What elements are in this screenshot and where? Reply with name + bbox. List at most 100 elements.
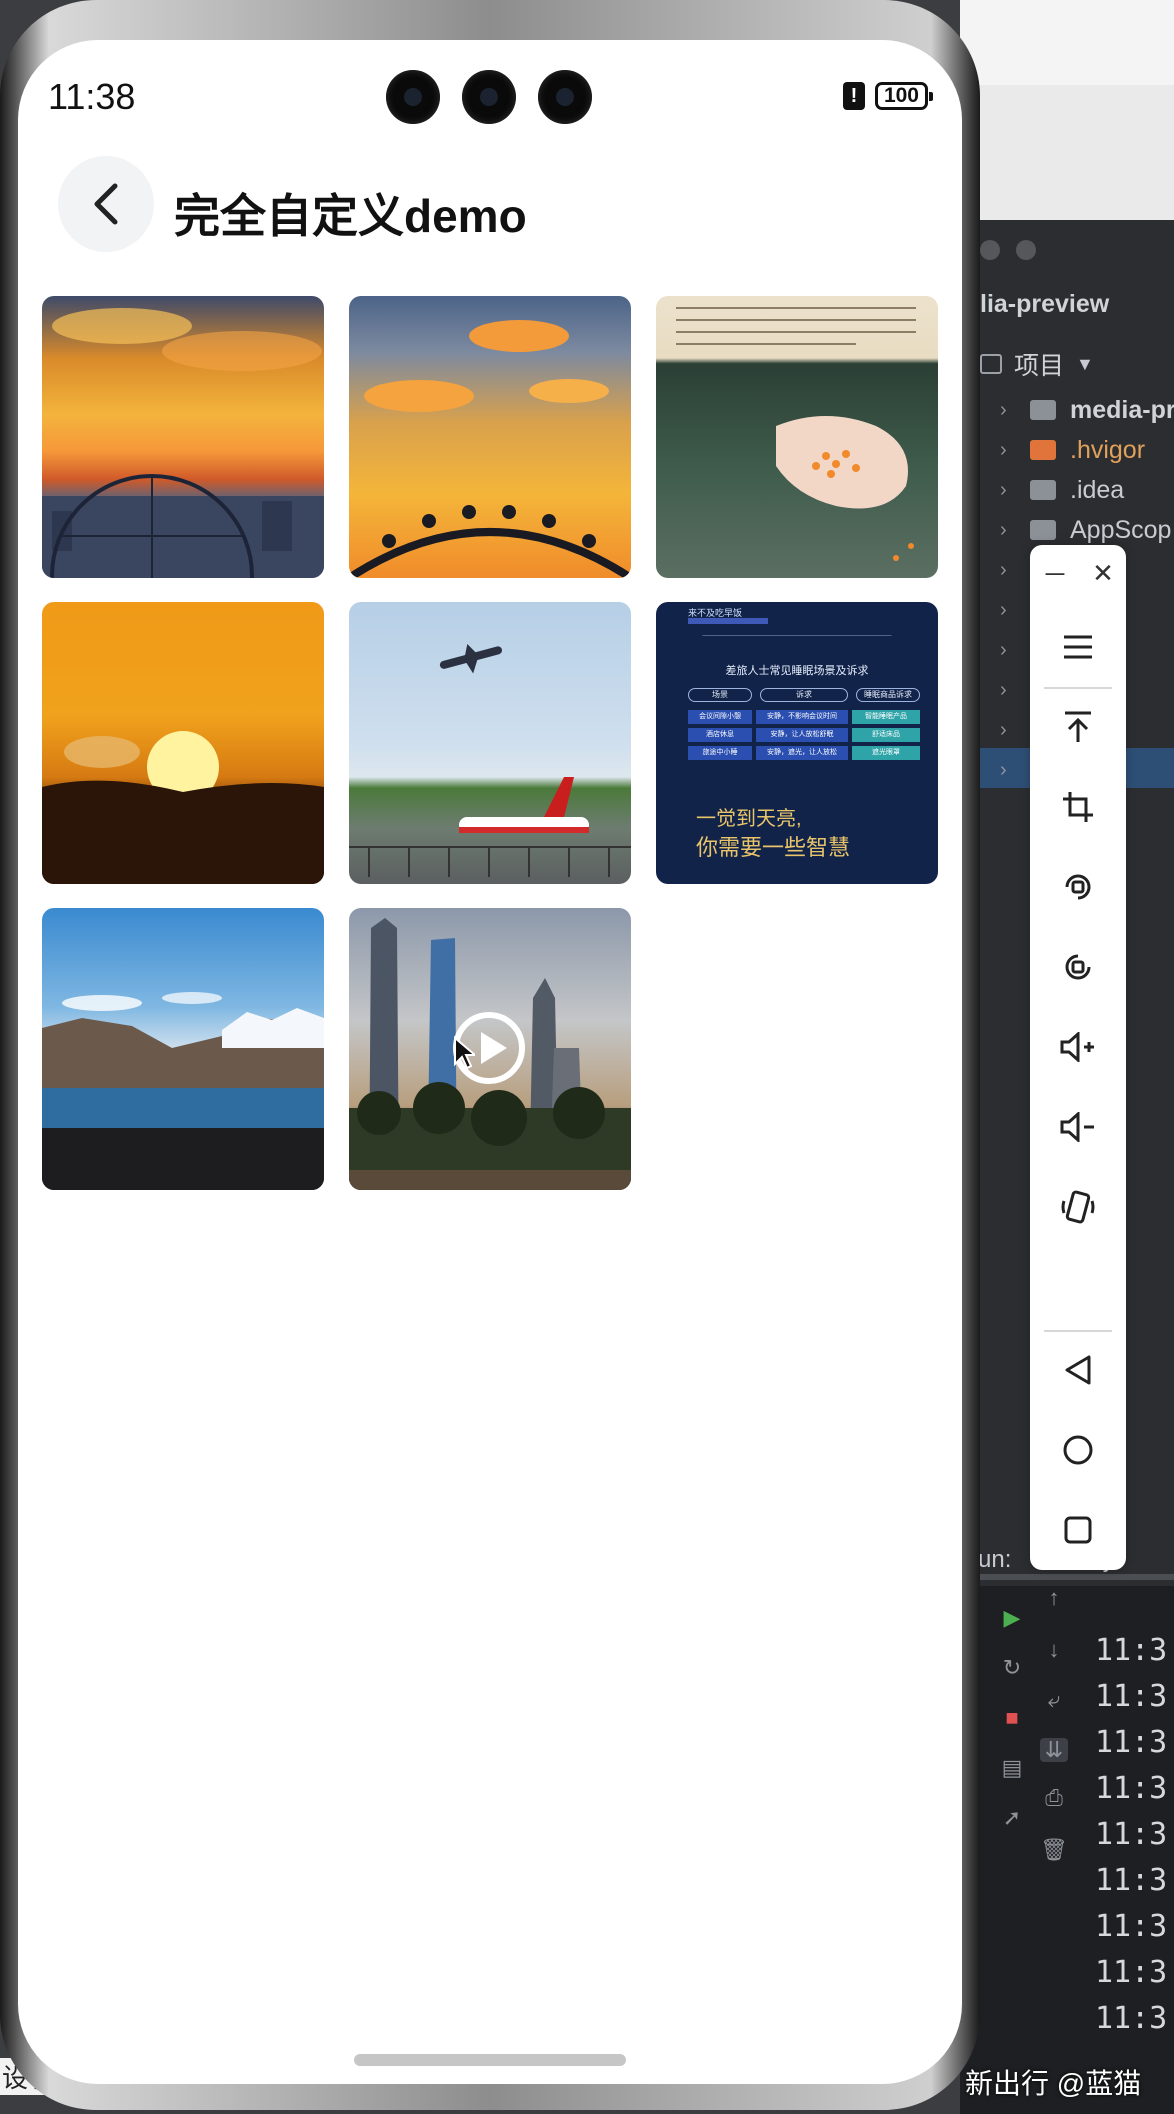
scroll-to-top-button[interactable]: [1030, 697, 1126, 757]
media-tile-mountain-lake[interactable]: [42, 908, 324, 1190]
soft-wrap-icon[interactable]: ⤶: [1040, 1688, 1068, 1712]
back-button[interactable]: [58, 156, 154, 252]
infographic-cols: 场景 诉求 睡眠商品诉求: [688, 688, 920, 702]
scroll-to-end-icon[interactable]: ⇊: [1040, 1738, 1068, 1762]
toolbar-window-controls: － ✕: [1030, 551, 1126, 595]
emulator-toolbar: － ✕: [1030, 545, 1126, 1570]
folder-icon: [1030, 520, 1056, 540]
ide-run-gutter: ▶ ↻ ■ ▤ ➚ ↑ ↓ ⤶ ⇊ ⎙ 🗑: [978, 1586, 1068, 2114]
ide-breadcrumb[interactable]: lia-preview: [980, 290, 1109, 319]
page-title: 完全自定义demo: [174, 190, 527, 242]
ide-tree-label: AppScop: [1070, 515, 1172, 544]
crop-icon: [1063, 792, 1093, 822]
media-tile-sunset-clouds[interactable]: [349, 296, 631, 578]
home-indicator[interactable]: [354, 2054, 626, 2066]
trash-icon[interactable]: 🗑: [1040, 1838, 1068, 1862]
log-line: 11:3: [1095, 1679, 1168, 1714]
chevron-right-icon: ›: [1000, 518, 1007, 541]
infographic-slogan-2: 你需要一些智慧: [696, 835, 851, 860]
ferris-wheel-photo-art: [42, 308, 324, 578]
close-icon[interactable]: ✕: [1092, 558, 1114, 589]
folder-icon: [1030, 440, 1056, 460]
log-line: 11:3: [1095, 1633, 1168, 1668]
chevron-right-icon: ›: [1000, 558, 1007, 581]
ide-log-lines: 11:3 11:3 11:3 11:3 11:3 11:3 11:3 11:3 11:3: [1095, 1628, 1167, 2042]
chevron-right-icon: ›: [1000, 598, 1007, 621]
window-dot[interactable]: [1016, 240, 1036, 260]
circle-home-icon: [1063, 1435, 1093, 1465]
media-tile-ferris-wheel-sunset[interactable]: [42, 296, 324, 578]
ide-project-selector[interactable]: 项目 ▼: [980, 346, 1094, 382]
rerun-icon[interactable]: ▶: [998, 1606, 1026, 1630]
airplane-photo-art: [349, 644, 631, 877]
rotate-alt-button[interactable]: [1030, 937, 1126, 997]
stop-icon[interactable]: ■: [998, 1706, 1026, 1730]
log-line: 11:3: [1095, 1725, 1168, 1760]
phone-screen: 11:38 ! 100 完全自定义demo 来不及吃早饭 ———————————…: [18, 40, 962, 2084]
chevron-right-icon: ›: [1000, 478, 1007, 501]
screenshot-crop-button[interactable]: [1030, 777, 1126, 837]
ide-run-label: un:: [978, 1546, 1012, 1573]
cursor-icon: [454, 1036, 475, 1070]
triangle-back-icon: [1065, 1355, 1091, 1385]
ide-project-label: 项目: [1014, 352, 1065, 380]
log-line: 11:3: [1095, 1817, 1168, 1852]
volume-down-icon: [1060, 1112, 1094, 1142]
chevron-right-icon: ›: [1000, 438, 1007, 461]
media-tile-infographic[interactable]: 来不及吃早饭 ——————————————————————————— 差旅人士常…: [656, 602, 938, 884]
ide-tree-label: .idea: [1070, 475, 1125, 504]
hand-photo-art: [676, 307, 916, 561]
nav-back-button[interactable]: [1030, 1340, 1126, 1400]
ferris-wheel-photo-art: [349, 320, 631, 578]
media-tile-city-towers[interactable]: [349, 908, 631, 1190]
chevron-right-icon: ›: [1000, 398, 1007, 421]
shake-button[interactable]: [1030, 1177, 1126, 1237]
chevron-right-icon: ›: [1000, 638, 1007, 661]
ide-tree-item[interactable]: › media-prev: [1000, 390, 1174, 430]
media-tile-airport-planes[interactable]: [349, 602, 631, 884]
pin-icon[interactable]: ➚: [998, 1806, 1026, 1830]
nav-home-button[interactable]: [1030, 1420, 1126, 1480]
menu-icon: [1064, 635, 1092, 659]
minimize-icon[interactable]: －: [1042, 555, 1068, 592]
folder-icon: [980, 354, 1002, 374]
status-time: 11:38: [48, 76, 136, 117]
camera-icon: [386, 70, 440, 124]
battery-icon: 100: [874, 82, 934, 110]
infographic-rows: 会议间隙小憩 安静，不影响会议时间 智能睡眠产品 酒店休息 安静，让人放松舒眠 …: [688, 710, 924, 760]
log-line: 11:3: [1095, 2001, 1168, 2036]
layout-icon[interactable]: ▤: [998, 1756, 1026, 1780]
folder-icon: [1030, 480, 1056, 500]
ide-tree-label: media-prev: [1070, 395, 1174, 424]
print-icon[interactable]: ⎙: [1040, 1786, 1068, 1810]
ide-window-controls: [980, 240, 1052, 265]
infographic-heading: 差旅人士常见睡眠场景及诉求: [725, 665, 869, 677]
rotate-reverse-icon: [1065, 954, 1091, 980]
ide-run-console: ▶ ↻ ■ ▤ ➚ ↑ ↓ ⤶ ⇊ ⎙ 🗑 11:3 11:3 11:3 11:3 11…: [960, 1586, 1174, 2114]
media-tile-sun-glow[interactable]: [42, 602, 324, 884]
infographic-slogan-1: 一觉到天亮,: [696, 808, 802, 830]
volume-up-button[interactable]: [1030, 1017, 1126, 1077]
rotate-button[interactable]: [1030, 857, 1126, 917]
sun-photo-art: [42, 731, 324, 884]
status-icons: ! 100: [842, 82, 934, 110]
chevron-down-icon: ▼: [1076, 353, 1094, 374]
menu-button[interactable]: [1030, 617, 1126, 677]
media-tile-hand-book[interactable]: [656, 296, 938, 578]
log-line: 11:3: [1095, 1863, 1168, 1898]
window-dot[interactable]: [980, 240, 1000, 260]
scroll-down-icon[interactable]: ↓: [1040, 1638, 1068, 1662]
ide-tree-item[interactable]: › AppScop: [1000, 510, 1174, 550]
phone-shake-icon: [1061, 1190, 1095, 1224]
volume-up-icon: [1060, 1032, 1094, 1062]
ide-tree-item[interactable]: › .hvigor: [1000, 430, 1174, 470]
scroll-up-icon[interactable]: ↑: [1040, 1586, 1068, 1610]
nav-recents-button[interactable]: [1030, 1500, 1126, 1560]
restore-icon[interactable]: ↻: [998, 1656, 1026, 1680]
log-line: 11:3: [1095, 1771, 1168, 1806]
chevron-right-icon: ›: [1000, 758, 1007, 781]
arrow-up-bar-icon: [1065, 711, 1091, 742]
volume-down-button[interactable]: [1030, 1097, 1126, 1157]
ide-tree-item[interactable]: › .idea: [1000, 470, 1174, 510]
rotate-icon: [1065, 874, 1091, 900]
